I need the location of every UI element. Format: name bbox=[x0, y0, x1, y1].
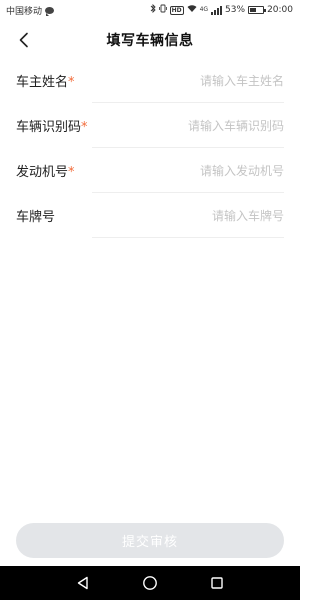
vin-input[interactable] bbox=[94, 110, 284, 141]
divider bbox=[92, 237, 284, 238]
screen: 中国移动 HD 4G 53% 20:00 填写车辆信息 车主姓名* 请输入车主姓… bbox=[0, 0, 300, 600]
battery-icon bbox=[248, 6, 267, 14]
clock: 20:00 bbox=[267, 5, 293, 15]
required-mark: * bbox=[68, 75, 75, 90]
status-left: 中国移动 bbox=[6, 4, 55, 17]
status-right: HD 4G 53% 20:00 bbox=[150, 3, 293, 16]
plate-number-label: 车牌号 bbox=[16, 210, 56, 225]
system-back-button[interactable] bbox=[73, 573, 93, 593]
circle-home-icon bbox=[143, 576, 157, 590]
vehicle-info-form: 车主姓名* 车辆识别码* 发动机号* 车牌号 bbox=[0, 58, 300, 238]
bluetooth-icon bbox=[150, 3, 156, 16]
wifi-icon bbox=[187, 4, 197, 16]
owner-name-input[interactable] bbox=[94, 65, 284, 96]
square-recents-icon bbox=[210, 577, 223, 589]
engine-number-row: 发动机号* bbox=[0, 148, 300, 193]
battery-level bbox=[250, 8, 257, 12]
battery-percent: 53% bbox=[225, 5, 246, 15]
plate-number-input[interactable] bbox=[94, 200, 284, 231]
system-recents-button[interactable] bbox=[207, 573, 227, 593]
message-notification-icon bbox=[45, 6, 55, 16]
plate-number-row: 车牌号 bbox=[0, 193, 300, 238]
system-navigation-bar bbox=[0, 566, 300, 600]
page-title: 填写车辆信息 bbox=[106, 33, 194, 49]
signal-strength-icon bbox=[211, 5, 223, 15]
system-home-button[interactable] bbox=[140, 573, 160, 593]
network-type: 4G bbox=[199, 6, 209, 13]
engine-number-input[interactable] bbox=[94, 155, 284, 186]
required-mark: * bbox=[68, 165, 75, 180]
submit-review-button[interactable]: 提交审核 bbox=[16, 523, 284, 558]
status-bar: 中国移动 HD 4G 53% 20:00 bbox=[0, 0, 300, 20]
hd-badge: HD bbox=[169, 5, 184, 15]
vibrate-icon bbox=[158, 4, 167, 16]
vin-row: 车辆识别码* bbox=[0, 103, 300, 148]
chevron-left-icon bbox=[19, 32, 28, 48]
back-button[interactable] bbox=[12, 28, 36, 52]
vin-label: 车辆识别码* bbox=[16, 120, 88, 135]
triangle-back-icon bbox=[78, 576, 89, 590]
carrier-name: 中国移动 bbox=[6, 6, 43, 17]
required-mark: * bbox=[81, 120, 88, 135]
engine-number-label: 发动机号* bbox=[16, 165, 75, 180]
nav-header: 填写车辆信息 bbox=[0, 20, 300, 60]
owner-name-row: 车主姓名* bbox=[0, 58, 300, 103]
owner-name-label: 车主姓名* bbox=[16, 75, 75, 90]
